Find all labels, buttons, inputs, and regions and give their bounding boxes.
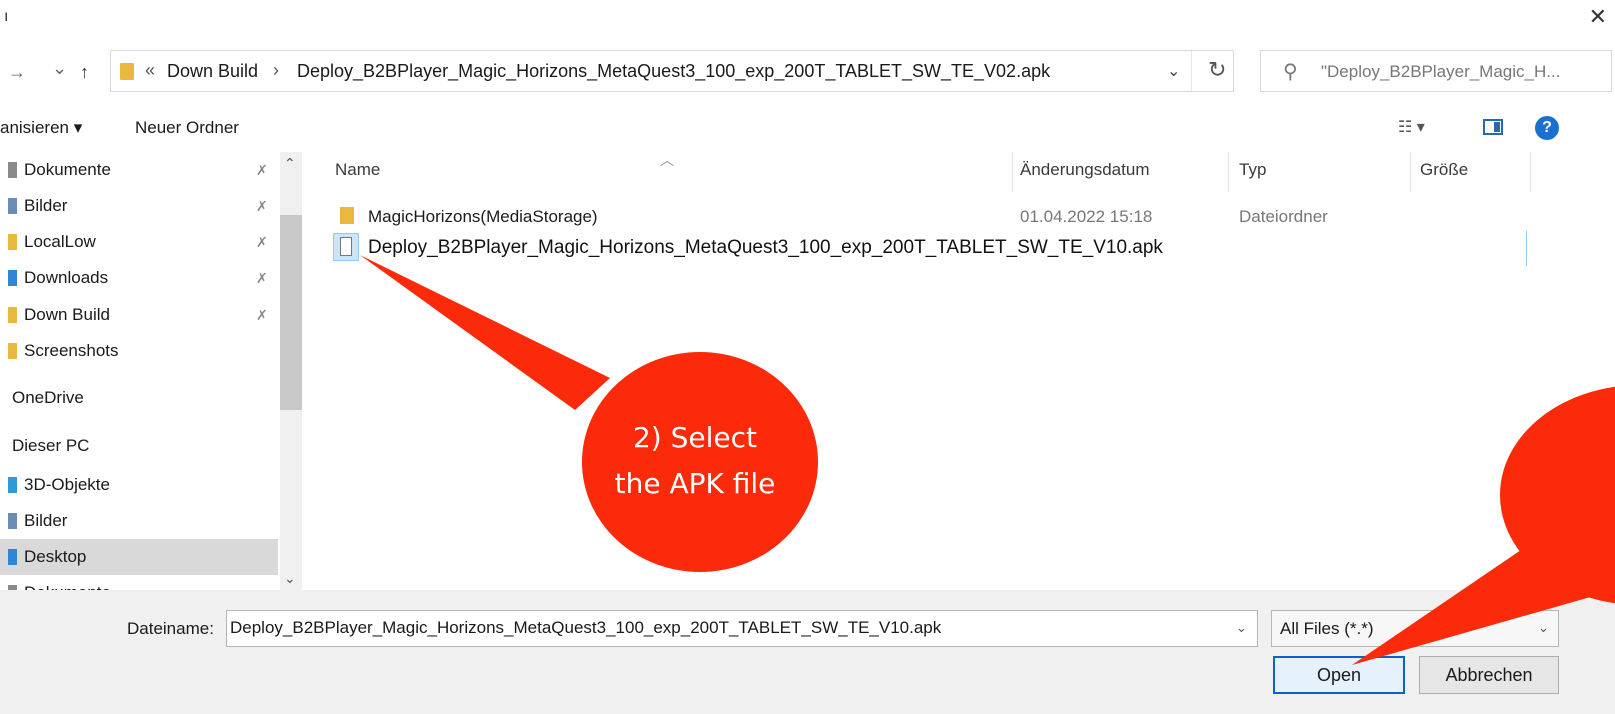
sidebar-item[interactable]: Down Build ✗ xyxy=(0,297,278,333)
pin-icon[interactable]: ✗ xyxy=(256,188,268,224)
sidebar-item-label: 3D-Objekte xyxy=(24,475,110,494)
folder-icon xyxy=(120,63,134,80)
address-dropdown-icon[interactable]: ⌄ xyxy=(1167,61,1180,81)
search-icon: ⚲ xyxy=(1283,61,1298,83)
folder-icon xyxy=(8,162,17,178)
list-item-folder[interactable]: MagicHorizons(MediaStorage) 01.04.2022 1… xyxy=(330,203,1528,231)
sidebar-item[interactable]: Downloads ✗ xyxy=(0,260,278,296)
column-divider[interactable] xyxy=(1530,152,1531,192)
recent-locations-button[interactable]: ⌄ xyxy=(52,58,67,79)
callout-line-1: 2) Select xyxy=(632,421,758,454)
sidebar-item-label: OneDrive xyxy=(12,388,84,407)
refresh-button[interactable]: ↻ xyxy=(1208,57,1226,83)
search-input[interactable]: ⚲ "Deploy_B2BPlayer_Magic_H... xyxy=(1260,50,1612,92)
sidebar-item[interactable]: Dokumente ✗ xyxy=(0,152,278,188)
file-type-dropdown-icon[interactable]: ⌄ xyxy=(1538,620,1549,636)
file-icon xyxy=(333,233,359,261)
filename-field[interactable]: Deploy_B2BPlayer_Magic_Horizons_MetaQues… xyxy=(226,610,1258,647)
sidebar-item-label: Dieser PC xyxy=(12,436,90,455)
folder-icon xyxy=(8,307,17,323)
sort-ascending-icon: ︿ xyxy=(660,152,674,168)
folder-icon xyxy=(8,477,17,493)
search-text: "Deploy_B2BPlayer_Magic_H... xyxy=(1321,62,1561,81)
column-divider[interactable] xyxy=(1228,152,1229,192)
sidebar-item-label: Bilder xyxy=(24,196,68,215)
sidebar-item-label: Desktop xyxy=(24,547,87,566)
sidebar-item[interactable]: OneDrive xyxy=(0,380,278,416)
pin-icon[interactable]: ✗ xyxy=(256,152,268,188)
folder-icon xyxy=(8,198,17,214)
folder-icon xyxy=(8,270,17,286)
folder-icon xyxy=(8,234,17,250)
list-item-apk-file[interactable]: Deploy_B2BPlayer_Magic_Horizons_MetaQues… xyxy=(330,231,1527,266)
sidebar-item-label: Screenshots xyxy=(24,341,119,360)
scroll-down-icon[interactable]: ⌄ xyxy=(284,570,296,587)
organize-menu[interactable]: anisieren ▾ xyxy=(0,118,82,138)
callout-text: 2) Select the APK file xyxy=(575,415,815,507)
pin-icon[interactable]: ✗ xyxy=(256,297,268,333)
column-date[interactable]: Änderungsdatum xyxy=(1020,160,1149,180)
file-type-select[interactable]: All Files (*.*) xyxy=(1271,610,1559,647)
sidebar-item[interactable]: Bilder xyxy=(0,503,278,539)
sidebar-item[interactable]: Screenshots xyxy=(0,333,278,369)
sidebar-item-label: Bilder xyxy=(24,511,68,530)
cancel-button[interactable]: Abbrechen xyxy=(1419,656,1559,694)
column-name[interactable]: Name xyxy=(335,160,380,180)
column-type[interactable]: Typ xyxy=(1239,160,1266,180)
sidebar-item-label: Down Build xyxy=(24,305,110,324)
close-button[interactable]: ✕ xyxy=(1589,6,1607,28)
sidebar-item-label: Downloads xyxy=(24,268,109,287)
breadcrumb-down-build[interactable]: Down Build xyxy=(167,61,258,82)
help-icon[interactable]: ? xyxy=(1535,116,1559,140)
preview-pane-icon[interactable] xyxy=(1483,119,1503,135)
sidebar-item-label: Dokumente xyxy=(24,160,111,179)
column-divider[interactable] xyxy=(1410,152,1411,192)
file-type: Dateiordner xyxy=(1239,207,1328,226)
file-name: Deploy_B2BPlayer_Magic_Horizons_MetaQues… xyxy=(368,237,1163,258)
file-name: MagicHorizons(MediaStorage) xyxy=(368,207,598,226)
folder-icon xyxy=(340,207,354,224)
sidebar-item[interactable]: Dokumente xyxy=(0,575,278,590)
sidebar-scroll-thumb[interactable] xyxy=(280,215,302,410)
column-divider[interactable] xyxy=(1012,152,1013,192)
callout-pointer xyxy=(360,255,610,410)
sidebar-item-label: LocalLow xyxy=(24,232,96,251)
filename-label: Dateiname: xyxy=(127,619,214,638)
sidebar-item[interactable]: Dieser PC xyxy=(0,428,278,464)
view-options-icon[interactable]: ☷ ▾ xyxy=(1398,117,1425,137)
scroll-up-icon[interactable]: ⌃ xyxy=(284,155,296,172)
address-divider xyxy=(1191,51,1192,91)
pin-icon[interactable]: ✗ xyxy=(256,260,268,296)
up-button[interactable]: ↑ xyxy=(80,62,89,83)
column-size[interactable]: Größe xyxy=(1420,160,1468,180)
pin-icon[interactable]: ✗ xyxy=(256,224,268,260)
window-title: ı xyxy=(4,8,9,25)
folder-icon xyxy=(8,549,17,565)
sidebar-item-label: Dokumente xyxy=(24,575,111,590)
sidebar-item[interactable]: Desktop xyxy=(0,539,278,575)
breadcrumb-separator-icon[interactable]: › xyxy=(273,60,279,81)
sidebar-item[interactable]: Bilder ✗ xyxy=(0,188,278,224)
callout-line-2: the APK file xyxy=(614,467,776,500)
breadcrumb-overflow-icon[interactable]: « xyxy=(145,60,155,81)
navigation-pane: Dokumente ✗ Bilder ✗ LocalLow ✗ Downloads ✗ Down… xyxy=(0,152,302,590)
folder-icon xyxy=(8,513,17,529)
sidebar-item[interactable]: LocalLow ✗ xyxy=(0,224,278,260)
open-button[interactable]: Open xyxy=(1273,656,1405,694)
dialog-footer xyxy=(0,590,1615,714)
new-folder-button[interactable]: Neuer Ordner xyxy=(135,118,239,138)
breadcrumb-current[interactable]: Deploy_B2BPlayer_Magic_Horizons_MetaQues… xyxy=(297,61,1050,82)
callout-bubble-partial xyxy=(1500,386,1615,604)
address-bar[interactable]: « Down Build › Deploy_B2BPlayer_Magic_Ho… xyxy=(110,50,1234,92)
forward-button[interactable]: → xyxy=(8,62,26,83)
file-date: 01.04.2022 15:18 xyxy=(1020,207,1153,226)
folder-icon xyxy=(8,343,17,359)
filename-dropdown-icon[interactable]: ⌄ xyxy=(1236,620,1247,636)
sidebar-item[interactable]: 3D-Objekte xyxy=(0,467,278,503)
